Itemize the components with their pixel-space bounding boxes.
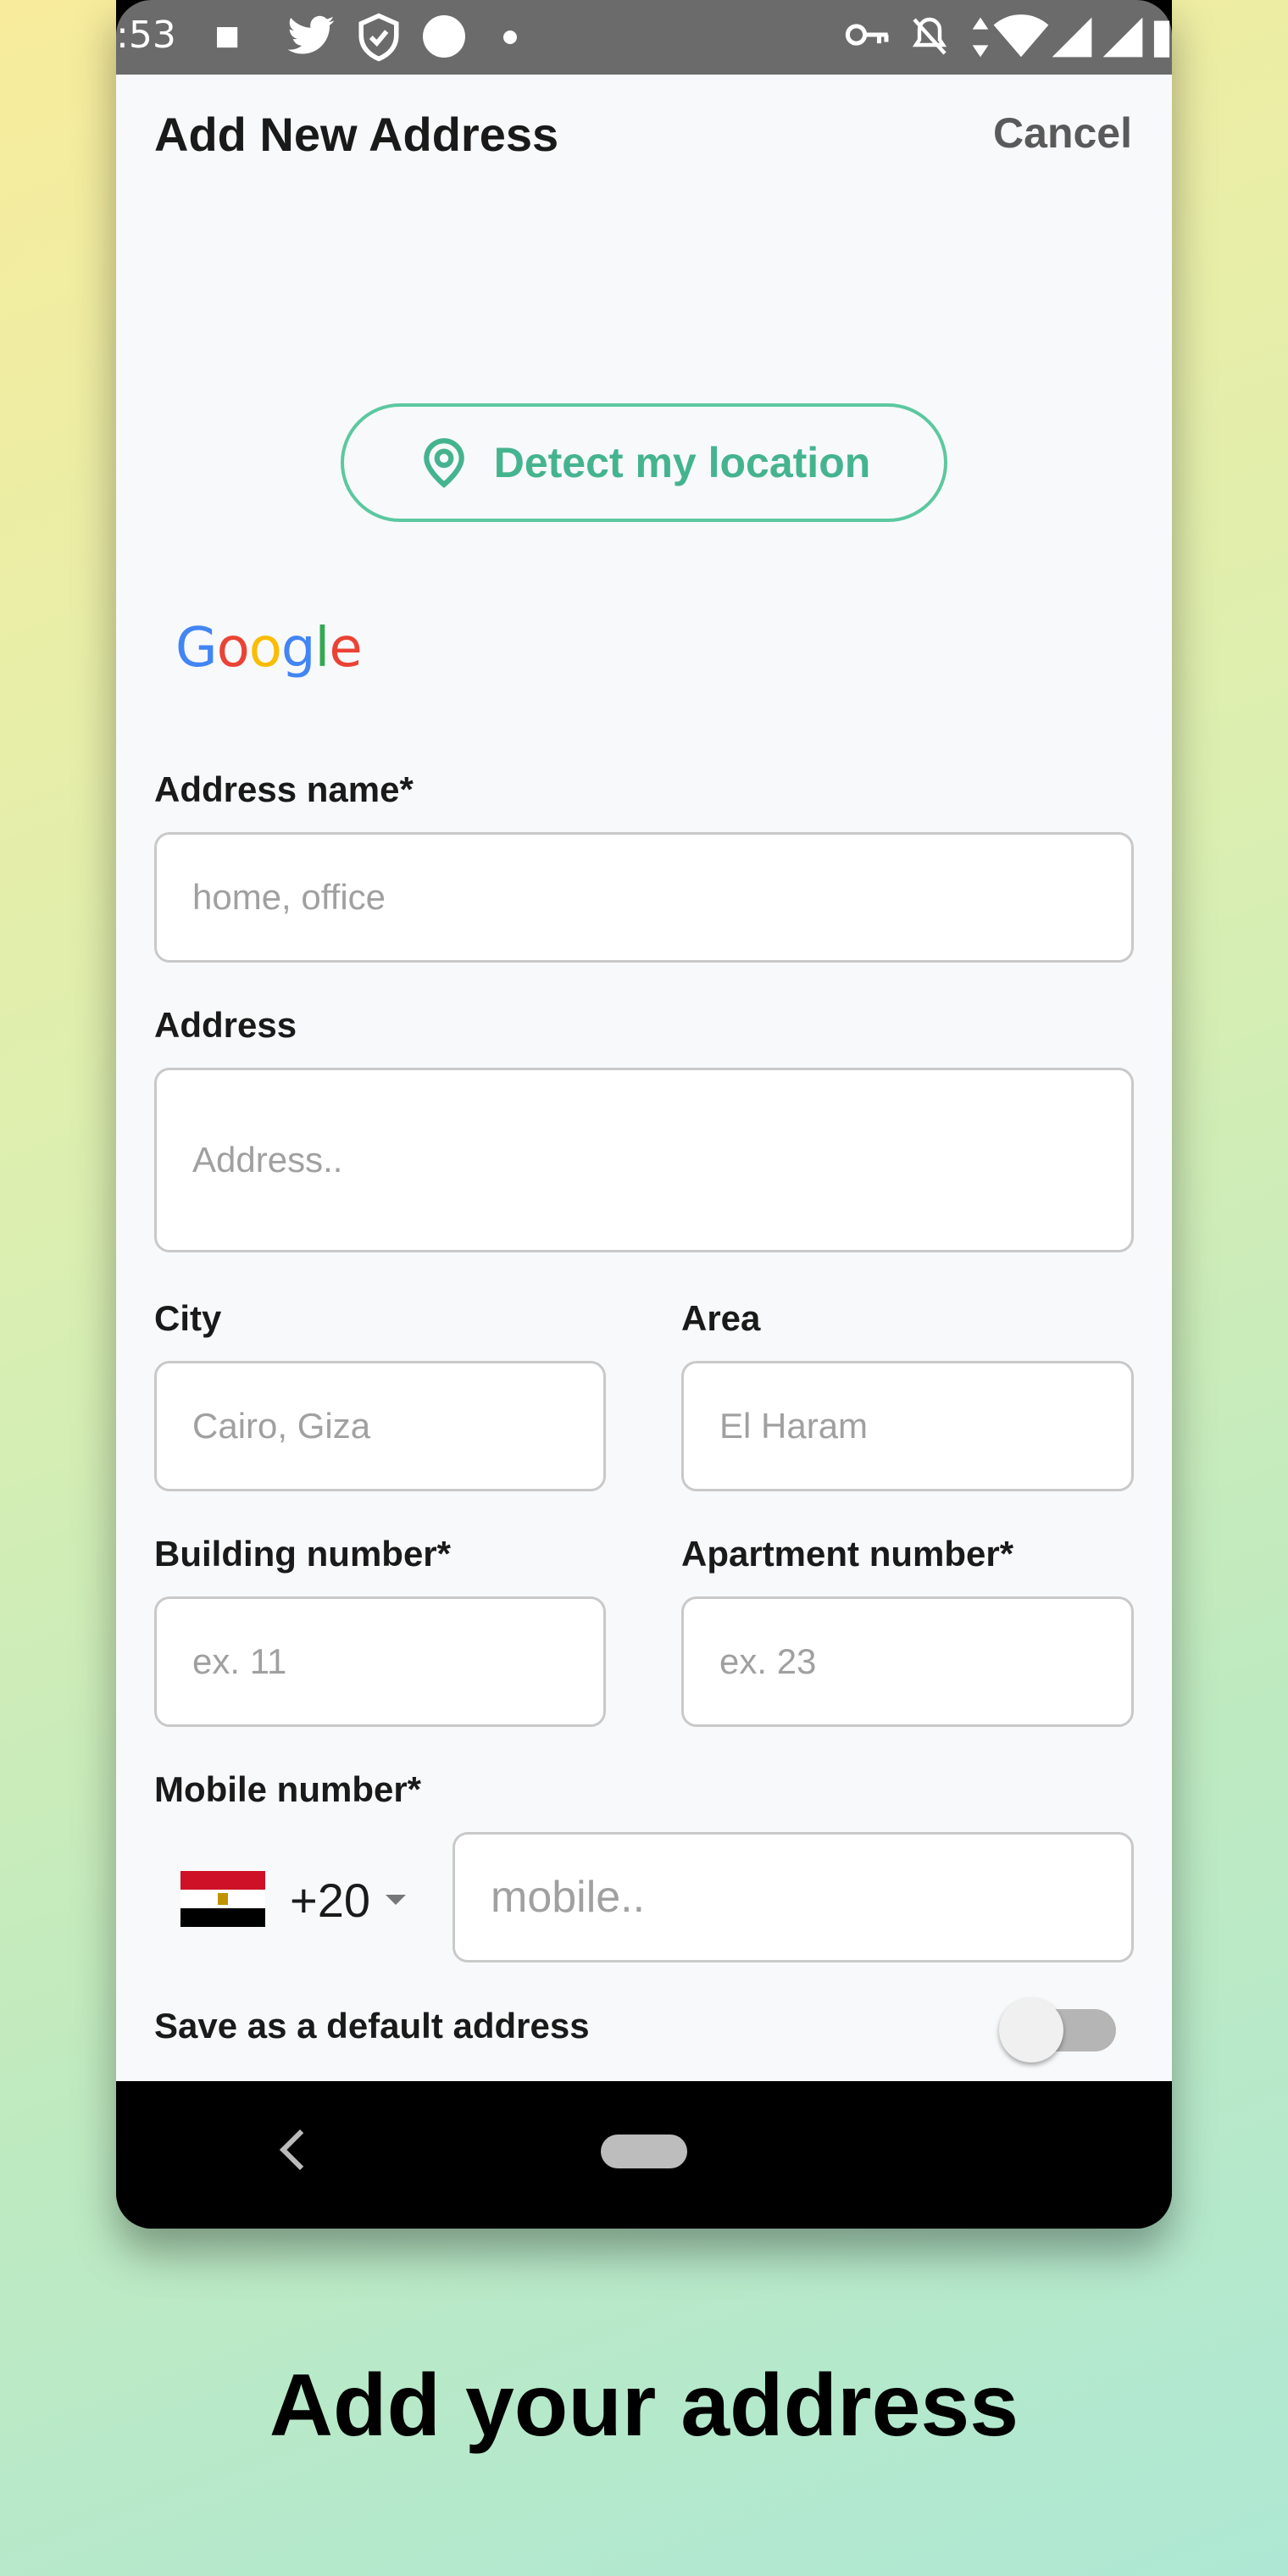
apartment-number-label: Apartment number* xyxy=(681,1534,1014,1574)
toggle-knob[interactable] xyxy=(999,1998,1063,2062)
address-name-placeholder: home, office xyxy=(192,877,386,917)
country-code-selector[interactable]: +20 xyxy=(290,1873,370,1928)
area-field[interactable]: El Haram xyxy=(681,1361,1134,1491)
circle-icon xyxy=(423,15,465,58)
detect-location-button[interactable]: Detect my location xyxy=(341,403,947,522)
promo-caption: Add your address xyxy=(269,2357,1019,2455)
status-time: :53 xyxy=(116,14,176,57)
area-placeholder: El Haram xyxy=(719,1406,869,1446)
detect-location-label: Detect my location xyxy=(493,439,871,486)
bell-off-icon xyxy=(912,17,947,55)
battery-icon xyxy=(1153,20,1170,58)
mobile-number-field[interactable]: mobile.. xyxy=(452,1832,1134,1963)
address-placeholder: Address.. xyxy=(192,1140,343,1180)
address-name-field[interactable]: home, office xyxy=(154,832,1134,963)
chevron-down-icon[interactable] xyxy=(386,1895,406,1905)
address-screen: Add New Address Cancel Detect my locatio… xyxy=(116,75,1172,2081)
page-title: Add New Address xyxy=(154,108,559,161)
phone-frame: :53 ■ Add New Address Cancel Detect my l… xyxy=(116,0,1172,2229)
egypt-flag-icon xyxy=(180,1871,265,1927)
mobile-number-placeholder: mobile.. xyxy=(491,1873,646,1922)
key-icon xyxy=(845,24,889,46)
mobile-number-label: Mobile number* xyxy=(154,1769,422,1809)
twitter-icon xyxy=(287,15,335,54)
address-label: Address xyxy=(154,1005,297,1045)
building-number-label: Building number* xyxy=(154,1534,451,1574)
data-arrows-icon xyxy=(972,17,989,58)
puzzle-icon: ■ xyxy=(214,12,241,59)
home-pill-icon[interactable] xyxy=(601,2135,687,2168)
apartment-number-placeholder: ex. 23 xyxy=(719,1641,817,1681)
building-number-field[interactable]: ex. 11 xyxy=(154,1596,606,1727)
apartment-number-field[interactable]: ex. 23 xyxy=(681,1596,1134,1727)
shield-icon xyxy=(358,13,399,62)
cancel-button[interactable]: Cancel xyxy=(993,108,1132,158)
city-label: City xyxy=(154,1298,222,1338)
default-address-label: Save as a default address xyxy=(154,2006,590,2046)
dot-icon xyxy=(503,31,517,44)
status-bar: :53 ■ xyxy=(116,0,1172,75)
location-pin-icon xyxy=(423,438,464,488)
signal-icon xyxy=(1102,17,1143,58)
navigation-bar xyxy=(116,2081,1172,2229)
signal-icon xyxy=(1052,17,1092,58)
google-logo: Google xyxy=(175,617,363,680)
address-field[interactable]: Address.. xyxy=(154,1068,1134,1252)
city-field[interactable]: Cairo, Giza xyxy=(154,1361,606,1491)
wifi-icon xyxy=(993,14,1049,58)
building-number-placeholder: ex. 11 xyxy=(192,1641,287,1681)
area-label: Area xyxy=(681,1298,761,1338)
back-icon[interactable] xyxy=(279,2129,321,2171)
address-name-label: Address name* xyxy=(154,769,414,809)
city-placeholder: Cairo, Giza xyxy=(192,1406,371,1446)
